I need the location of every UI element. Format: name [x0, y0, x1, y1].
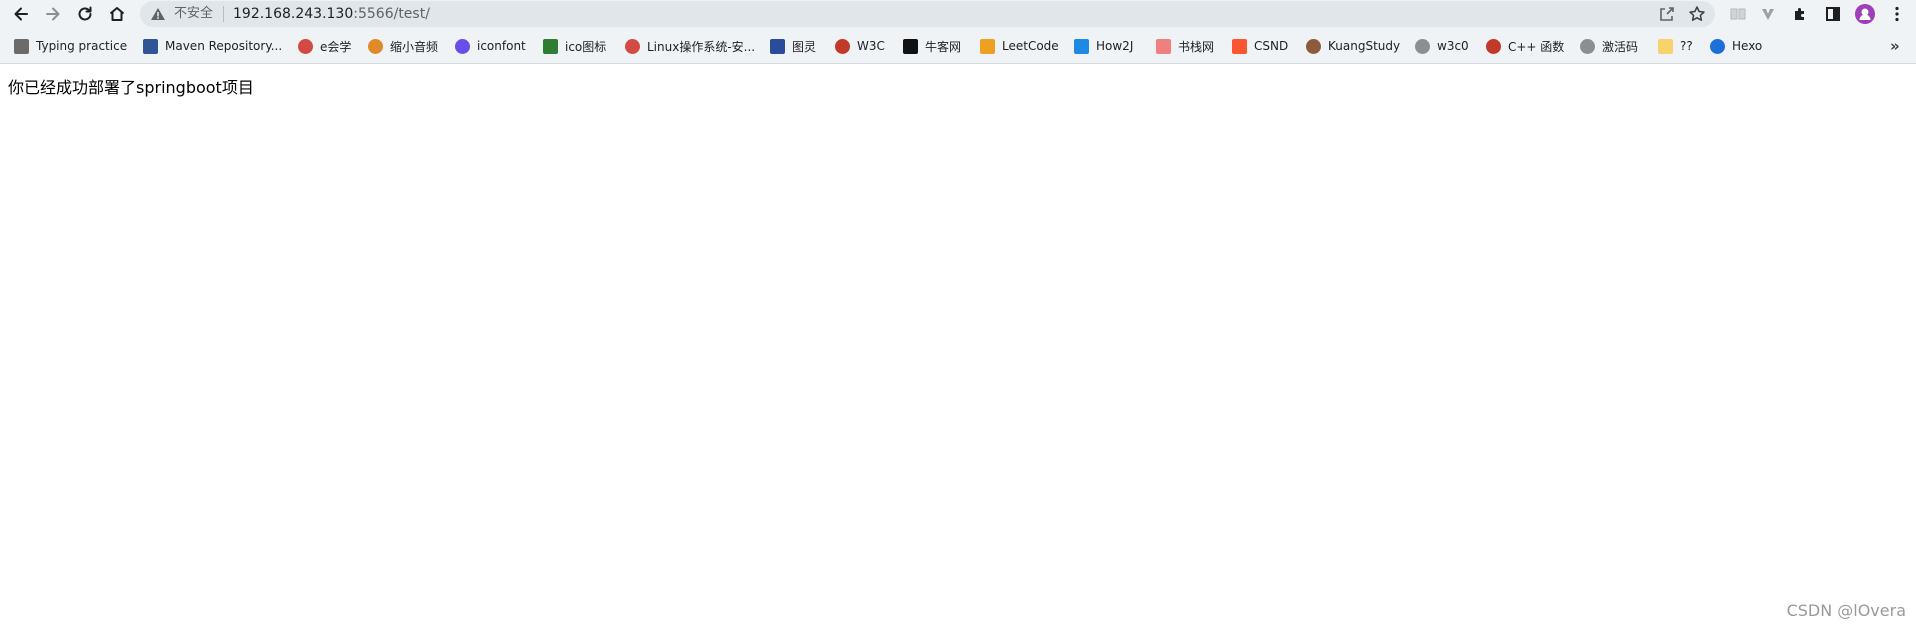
bookmark-label: Linux操作系统-安... — [647, 39, 756, 54]
kebab-menu-icon — [1895, 6, 1899, 22]
w3c-icon — [835, 38, 850, 54]
arrow-right-icon — [46, 7, 60, 21]
bookmarks-bar: » Typing practice Maven Repository... e会学 缩… — [0, 28, 1916, 64]
home-button[interactable] — [106, 3, 128, 25]
bookmark-item[interactable]: LeetCode — [980, 37, 1059, 55]
globe-icon — [1580, 38, 1595, 54]
browser-toolbar: 不安全 192.168.243.130:5566/test/ — [0, 0, 1916, 28]
watermark: CSDN @lOvera — [1786, 601, 1906, 620]
bookmark-item[interactable]: Hexo — [1710, 37, 1762, 55]
arrow-left-icon — [14, 7, 28, 21]
bookmark-item[interactable]: 激活码 — [1580, 37, 1638, 55]
bookmark-item[interactable]: How2J — [1074, 37, 1133, 55]
bookmark-label: How2J — [1096, 39, 1134, 53]
bookmark-item[interactable]: e会学 — [298, 37, 351, 55]
turing-icon — [770, 38, 785, 54]
bookmark-label: W3C — [857, 39, 885, 53]
side-panel-button[interactable] — [1822, 3, 1844, 25]
extensions-button[interactable] — [1789, 3, 1811, 25]
bookmarks-overflow-button[interactable]: » — [1890, 37, 1900, 55]
bookmark-item[interactable]: iconfont — [455, 37, 526, 55]
bookmark-label: 牛客网 — [925, 39, 962, 54]
bookmark-label: KuangStudy — [1328, 39, 1401, 53]
bookmark-item[interactable]: Maven Repository... — [143, 37, 282, 55]
bookmark-item[interactable]: ico图标 — [543, 37, 606, 55]
menu-button[interactable] — [1886, 3, 1908, 25]
bookmark-item[interactable]: 缩小音频 — [368, 37, 438, 55]
e-icon — [298, 38, 313, 54]
bookmark-item[interactable]: ?? — [1658, 37, 1693, 55]
security-label[interactable]: 不安全 — [174, 6, 213, 22]
bookmark-item[interactable]: W3C — [835, 37, 885, 55]
bookmark-label: ?? — [1680, 39, 1693, 53]
extension-v-icon — [1762, 9, 1774, 20]
iconfont-icon — [455, 38, 470, 54]
home-icon — [109, 7, 125, 21]
omnibox-separator — [223, 6, 224, 22]
ico-icon — [543, 38, 558, 54]
folder-icon — [1658, 38, 1673, 54]
nowcoder-icon — [903, 38, 918, 54]
forward-button[interactable] — [42, 3, 64, 25]
url-path: :5566/test/ — [353, 6, 430, 22]
avatar-icon — [1855, 4, 1875, 24]
hexo-icon — [1710, 38, 1725, 54]
bookmark-label: 缩小音频 — [390, 39, 439, 54]
page-content: 你已经成功部署了springboot项目 CSDN @lOvera — [0, 64, 1916, 632]
bookmark-label: C++ 函数 — [1508, 39, 1565, 54]
url-host: 192.168.243.130 — [233, 6, 354, 22]
bookmark-item[interactable]: w3c0 — [1415, 37, 1469, 55]
address-bar[interactable]: 不安全 192.168.243.130:5566/test/ — [140, 1, 1715, 27]
typing-icon — [14, 38, 29, 54]
warning-icon[interactable] — [150, 6, 166, 22]
reload-button[interactable] — [74, 3, 96, 25]
bookmark-label: 图灵 — [792, 39, 817, 54]
bookmark-label: Typing practice — [36, 39, 128, 53]
bookmark-label: 书栈网 — [1178, 39, 1215, 54]
linux-icon — [625, 38, 640, 54]
side-panel-icon — [1826, 7, 1840, 21]
bookmark-item[interactable]: Linux操作系统-安... — [625, 37, 755, 55]
puzzle-icon — [1795, 8, 1804, 20]
kuangstudy-icon — [1306, 38, 1321, 54]
bookmark-label: 激活码 — [1602, 39, 1639, 54]
bookmark-label: LeetCode — [1002, 39, 1059, 53]
bookstack-icon — [1156, 38, 1171, 54]
profile-button[interactable] — [1854, 3, 1876, 25]
extension-v-button[interactable] — [1757, 3, 1779, 25]
how2j-icon — [1074, 38, 1089, 54]
reload-icon — [78, 6, 92, 21]
back-button[interactable] — [10, 3, 32, 25]
reading-mode-button[interactable] — [1727, 3, 1749, 25]
browser-window: 不安全 192.168.243.130:5566/test/ » Typing … — [0, 0, 1916, 632]
bookmark-item[interactable]: 书栈网 — [1156, 37, 1214, 55]
csdn-icon — [1232, 38, 1247, 54]
star-icon[interactable] — [1688, 5, 1706, 23]
bookmark-label: Maven Repository... — [165, 39, 283, 53]
bookmark-item[interactable]: CSND — [1232, 37, 1288, 55]
bookmark-label: CSND — [1254, 39, 1289, 53]
globe-icon — [1415, 38, 1430, 54]
bookmark-item[interactable]: KuangStudy — [1306, 37, 1400, 55]
audio-icon — [368, 38, 383, 54]
bookmark-label: Hexo — [1732, 39, 1763, 53]
bookmark-label: e会学 — [320, 39, 352, 54]
share-icon[interactable] — [1658, 5, 1676, 23]
bookmark-item[interactable]: C++ 函数 — [1486, 37, 1564, 55]
bookmark-label: ico图标 — [565, 39, 607, 54]
bookmark-item[interactable]: 牛客网 — [903, 37, 961, 55]
cpp-icon — [1486, 38, 1501, 54]
bookmark-item[interactable]: Typing practice — [14, 37, 127, 55]
book-icon — [1730, 8, 1746, 20]
bookmark-label: iconfont — [477, 39, 526, 53]
url-text[interactable]: 192.168.243.130:5566/test/ — [233, 6, 430, 22]
bookmark-item[interactable]: 图灵 — [770, 37, 816, 55]
bookmark-label: w3c0 — [1437, 39, 1469, 53]
page-message: 你已经成功部署了springboot项目 — [8, 78, 254, 97]
maven-icon — [143, 38, 158, 54]
leetcode-icon — [980, 38, 995, 54]
